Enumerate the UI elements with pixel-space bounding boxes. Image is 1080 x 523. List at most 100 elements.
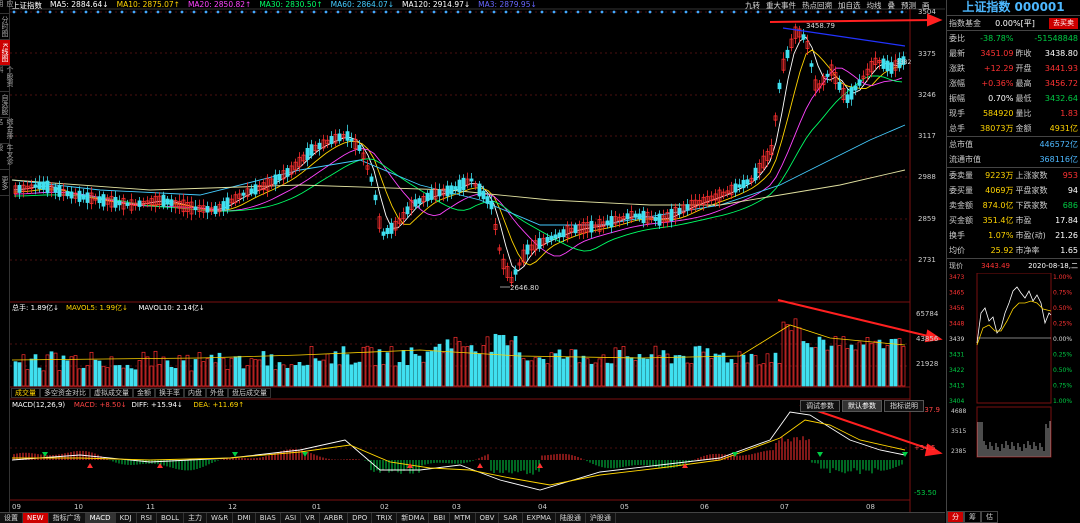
indicator-tab[interactable]: OBV <box>476 513 500 523</box>
indicator-tab[interactable]: 新DMA <box>397 513 430 523</box>
indicator-tab[interactable]: BIAS <box>256 513 281 523</box>
left-tab[interactable]: 综合排名 <box>0 118 14 144</box>
volume-bar <box>581 355 586 387</box>
candle-body <box>857 79 862 86</box>
volume-bar <box>633 360 638 387</box>
indicator-tab[interactable]: 指标广场 <box>49 513 86 523</box>
ma-line <box>13 67 903 257</box>
volume-bar <box>205 358 210 387</box>
indicator-tab[interactable]: DPO <box>348 513 373 523</box>
volume-bar <box>713 353 718 387</box>
candle-body <box>469 178 474 182</box>
mini-tab[interactable]: 分 <box>947 511 964 523</box>
indicator-tab[interactable]: SAR <box>499 513 523 523</box>
mini-tab[interactable]: 筹 <box>964 511 981 523</box>
indicator-tab[interactable]: EXPMA <box>523 513 556 523</box>
volume-bar <box>861 344 866 387</box>
toolbar-button[interactable]: 重大事件 <box>766 0 796 10</box>
left-tab[interactable]: 个股资料 <box>0 66 14 92</box>
volume-bar <box>793 318 798 387</box>
macd-legend-item: DIFF: +15.94↓ <box>132 401 183 409</box>
volume-bar <box>805 343 810 387</box>
indicator-tab[interactable]: RSI <box>137 513 157 523</box>
toolbar-button[interactable]: 加自选 <box>838 0 861 10</box>
toolbar-button[interactable]: 九转 <box>745 0 760 10</box>
volume-bar <box>433 346 438 387</box>
volume-subtab[interactable]: 金额 <box>133 388 155 398</box>
volume-subtab[interactable]: 内盘 <box>184 388 206 398</box>
macd-param-button[interactable]: 调试参数 <box>800 400 840 412</box>
signal-dot <box>516 10 520 14</box>
left-tab[interactable]: 应用 <box>0 0 14 14</box>
indicator-tab[interactable]: MTM <box>450 513 476 523</box>
volume-bars <box>11 318 906 387</box>
indicator-tab[interactable]: 沪股通 <box>586 513 616 523</box>
indicator-tab[interactable]: KDJ <box>116 513 137 523</box>
indicator-tab[interactable]: NEW <box>23 513 49 523</box>
toolbar-button[interactable]: 叠 <box>888 0 896 10</box>
volume-subtab[interactable]: 盘后成交量 <box>228 388 271 398</box>
volume-bar <box>289 364 294 387</box>
toolbar-button[interactable]: 热点回溯 <box>802 0 832 10</box>
volume-bar <box>493 333 498 387</box>
left-tab[interactable]: 分时图 <box>0 14 10 40</box>
toolbar-button[interactable]: 画 <box>922 0 930 10</box>
volume-subtab[interactable]: 虚拟成交量 <box>90 388 133 398</box>
volume-subtab[interactable]: 多空资金对比 <box>40 388 90 398</box>
indicator-tab[interactable]: BBI <box>429 513 451 523</box>
volume-bar <box>897 338 902 387</box>
quote-label: 总手 <box>949 124 965 133</box>
x-axis-label: 04 <box>538 503 547 511</box>
annotation-arrows <box>769 13 943 457</box>
macd-param-buttons: 调试参数 默认参数 指标说明 <box>800 400 924 412</box>
kline-chart[interactable]: 2646.80 3458.79 3382 3504 3375 3246 3117… <box>0 0 945 523</box>
volume-subtab[interactable]: 外盘 <box>206 388 228 398</box>
toolbar-button[interactable]: 预测 <box>901 0 916 10</box>
volume-bar <box>521 358 526 387</box>
volume-bar <box>637 354 642 387</box>
volume-bar <box>481 345 486 387</box>
indicator-tab[interactable]: BOLL <box>157 513 184 523</box>
volume-bar <box>357 361 362 387</box>
indicator-tab[interactable]: VR <box>301 513 320 523</box>
quote-label: 市盈 <box>1015 216 1032 225</box>
quote-label: 换手 <box>949 231 965 240</box>
volume-subtab[interactable]: 成交量 <box>11 388 40 398</box>
indicator-tab[interactable]: 设置 <box>0 513 23 523</box>
toolbar-button[interactable]: 均线 <box>867 0 882 10</box>
volume-bar <box>201 361 206 387</box>
macd-param-button[interactable]: 默认参数 <box>842 400 882 412</box>
macd-param-button[interactable]: 指标说明 <box>884 400 924 412</box>
volume-bar <box>253 359 258 387</box>
left-tab[interactable]: K线图 <box>0 40 10 66</box>
volume-bar <box>681 355 686 387</box>
volume-bar <box>173 368 178 387</box>
indicator-tab[interactable]: ARBR <box>320 513 349 523</box>
mini-tab[interactable]: 估 <box>981 511 998 523</box>
volume-subtab[interactable]: 换手率 <box>155 388 184 398</box>
intraday-chart[interactable]: 3473 3465 3456 3448 3439 3431 3422 3413 3404 1.0… <box>947 273 1080 463</box>
indicator-tab[interactable]: MACD <box>85 513 116 523</box>
indicator-tab[interactable]: 主力 <box>184 513 207 523</box>
trade-button[interactable]: 去买卖 <box>1049 18 1078 29</box>
volume-bar <box>421 361 426 387</box>
indicator-tab[interactable]: ASI <box>281 513 302 523</box>
low-price-label: 2646.80 <box>510 284 539 292</box>
signal-dot <box>84 10 88 14</box>
left-tab[interactable]: 自选股 <box>0 92 10 118</box>
quote-label: 涨跌 <box>949 64 965 73</box>
signal-dot <box>744 10 748 14</box>
indicator-tab[interactable]: 陆股通 <box>556 513 586 523</box>
volume-bar <box>69 356 74 387</box>
indicator-tab[interactable]: TRIX <box>372 513 398 523</box>
indicator-tab[interactable]: DMI <box>233 513 256 523</box>
mini-price-tick: 3465 <box>949 290 964 297</box>
volume-bar <box>269 354 274 387</box>
volume-bar <box>417 355 422 387</box>
left-tab[interactable]: 更多 <box>0 170 10 196</box>
volume-bar <box>101 365 106 387</box>
volume-bar <box>105 367 110 387</box>
indicator-tab[interactable]: W&R <box>207 513 234 523</box>
left-tab[interactable]: 牛叉诊股 <box>0 144 14 170</box>
moving-average-lines <box>11 36 906 272</box>
